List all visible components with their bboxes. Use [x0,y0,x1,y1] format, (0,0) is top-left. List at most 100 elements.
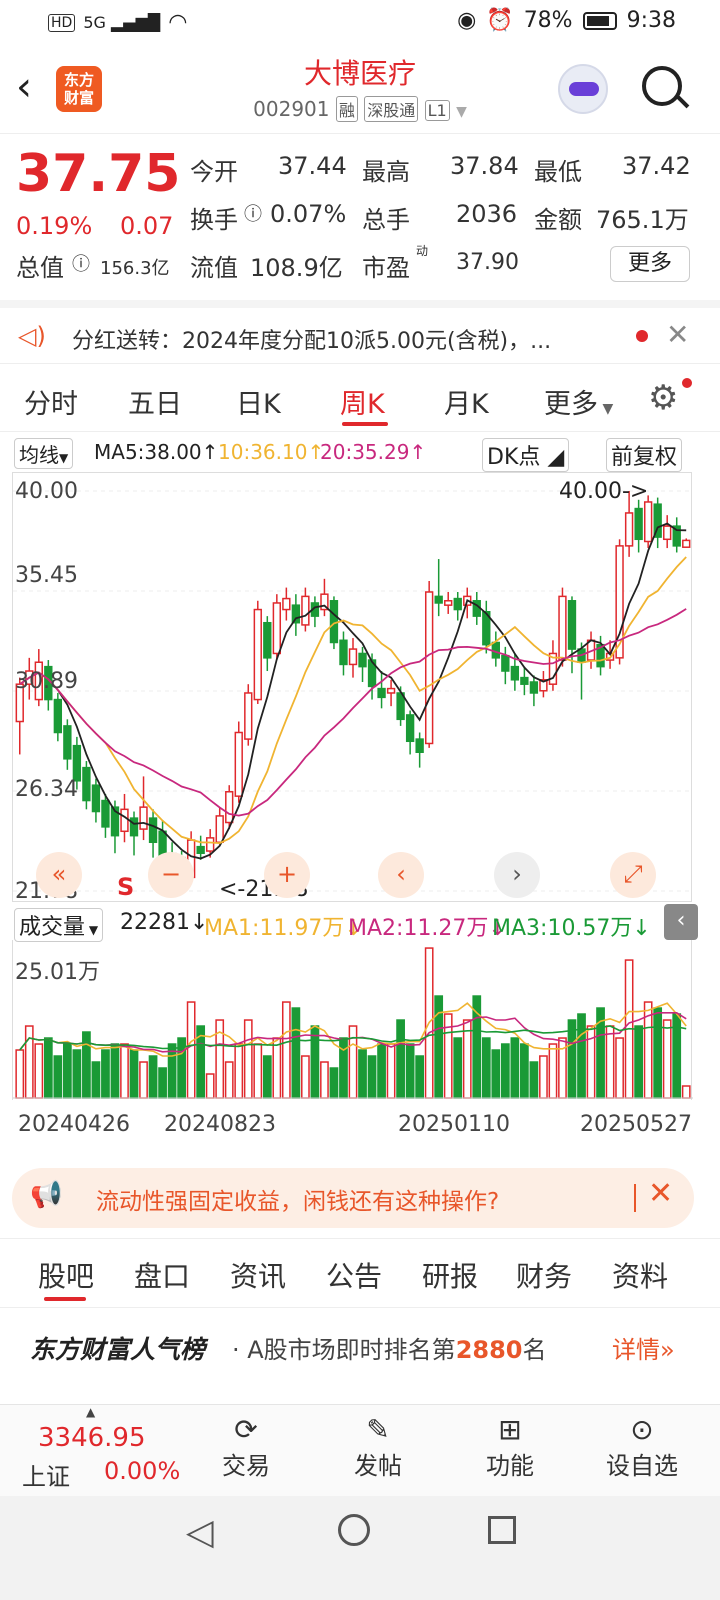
tab-research[interactable]: 研报 [422,1255,478,1295]
candle-down [329,600,339,644]
collapse-tab-icon[interactable]: ‹ [664,904,698,940]
trade-label: 交易 [222,1452,270,1480]
settings-badge [682,378,692,388]
candle-up [272,602,282,655]
promo-banner[interactable]: 📢 流动性强固定收益，闲钱还有这种操作? ✕ [12,1168,694,1228]
volume-bar [539,1055,548,1099]
scroll-left-fast-button[interactable]: « [36,852,82,898]
volume-ma1: MA1:11.97万↓ [204,916,363,941]
tab-announcements[interactable]: 公告 [326,1255,382,1295]
popularity-rank[interactable]: 东方财富人气榜 · A股市场即时排名第2880名 详情» [0,1310,720,1400]
volume-bar [567,1019,577,1099]
tab-finance[interactable]: 财务 [516,1255,572,1295]
nav-recents-icon[interactable] [488,1516,516,1544]
volume-bar [139,1061,148,1099]
candle-up [244,692,253,740]
tab-news[interactable]: 资讯 [230,1255,286,1295]
add-watchlist-button[interactable]: ⊙ 设自选 [592,1413,692,1481]
tab-intraday[interactable]: 分时 [24,382,78,421]
candle-up [682,539,691,548]
tab-daily-k[interactable]: 日K [236,382,281,421]
volume-bar [24,1025,34,1099]
signal-icon: 5G ▂▄▆█ [83,13,161,32]
close-icon[interactable]: ✕ [648,1176,673,1211]
candle-up [120,808,129,833]
ma-legend: 均线▼ MA5:38.00↑ 10:36.10↑ 20:35.29↑ DK点 ◢… [14,438,694,472]
date-tick-1: 20240823 [164,1112,276,1137]
candle-down [72,744,82,782]
pe-label: 市盈 [362,254,410,282]
network-icon: HD [48,13,76,32]
more-button[interactable]: 更多 [610,246,690,282]
tab-five-day[interactable]: 五日 [128,382,182,421]
volume-bar [43,1037,53,1099]
kline-chart[interactable]: 40.00 35.45 30.89 26.34 21.78 40.00-> <-… [12,472,693,904]
nav-back-icon[interactable]: ◁ [186,1512,214,1553]
rank-number: 2880 [455,1336,523,1364]
volume-bar [253,1043,263,1099]
volume-bar [358,1049,367,1099]
indicator-select[interactable]: 均线▼ [14,438,74,469]
post-label: 发帖 [354,1452,402,1480]
volume-bar [186,1001,196,1099]
volume-bar [453,1037,463,1099]
candle-down [148,817,158,844]
info-icon[interactable]: ⓘ [72,250,90,276]
more-dots-icon: ⊙ [630,1413,654,1446]
tab-forum[interactable]: 股吧 [38,1255,94,1295]
tab-profile[interactable]: 资料 [612,1255,668,1295]
candle-down [434,595,443,604]
turnover-value: 0.07% [270,200,347,228]
robot-avatar[interactable] [558,64,608,114]
volume-indicator-select[interactable]: 成交量 ▼ [14,908,104,942]
post-button[interactable]: ✎ 发帖 [328,1413,428,1481]
rank-detail-link[interactable]: 详情» [612,1330,675,1365]
close-icon[interactable]: ✕ [666,318,689,351]
notice-text: 分红送转：2024年度分配10派5.00元(含税)，... [72,329,552,354]
volume-ma3: MA3:10.57万↓ [492,916,651,941]
rank-text: · A股市场即时排名第2880名 [232,1330,546,1365]
open-label: 今开 [190,158,238,186]
zoom-out-button[interactable]: − [148,852,194,898]
info-icon[interactable]: ⓘ [244,200,262,226]
indicator-select-label: 均线 [19,443,59,467]
scroll-right-button[interactable]: › [494,852,540,898]
y-tick-1: 35.45 [15,563,78,588]
nav-home-icon[interactable] [338,1514,370,1546]
open-value: 37.44 [278,152,347,180]
tab-more[interactable]: 更多 ▼ [544,382,613,421]
tag-level: L1 [424,100,450,121]
volume-bar [415,1055,425,1099]
volume-bar [386,1043,396,1099]
volume-bar [53,1055,63,1099]
volume-legend: 成交量 ▼ 22281↓ MA1:11.97万↓ MA2:11.27万↓ MA3… [14,904,714,942]
fullscreen-icon[interactable]: ⤢ [610,852,656,898]
adjust-button[interactable]: 前复权 [606,438,683,472]
tab-orderbook[interactable]: 盘口 [134,1255,190,1295]
volume-chart[interactable]: 25.01万 [12,940,693,1100]
volume-svg [13,947,693,1099]
candle-down [91,784,101,813]
tab-weekly-k[interactable]: 周K [340,382,385,421]
chevron-down-icon: ▼ [598,401,614,417]
stock-code-line[interactable]: 002901 融 深股通 L1 ▼ [0,96,720,122]
status-bar: HD 5G ▂▄▆█ ◠ ◉ ⏰ 78% 9:38 [0,0,720,44]
candle-up [282,597,291,611]
trade-button[interactable]: ⟳ 交易 [196,1413,296,1481]
volume-bar [291,1007,301,1099]
chevron-down-icon: ▼ [59,451,69,465]
zoom-in-button[interactable]: + [264,852,310,898]
scroll-left-button[interactable]: ‹ [378,852,424,898]
ma10-line [19,556,687,845]
index-value[interactable]: 3346.95 [38,1423,146,1453]
volume-bar [262,1055,272,1099]
candle-up [215,815,224,844]
dividend-notice[interactable]: ◁) 分红送转：2024年度分配10派5.00元(含税)，... ✕ [0,300,720,364]
dk-point-button[interactable]: DK点 ◢ [482,438,570,472]
gear-icon[interactable]: ⚙ [648,378,678,418]
index-percent: 0.00% [104,1457,181,1485]
tab-monthly-k[interactable]: 月K [444,382,489,421]
functions-button[interactable]: ⊞ 功能 [460,1413,560,1481]
chevron-right-icon: » [660,1336,675,1364]
search-icon[interactable] [642,66,690,109]
